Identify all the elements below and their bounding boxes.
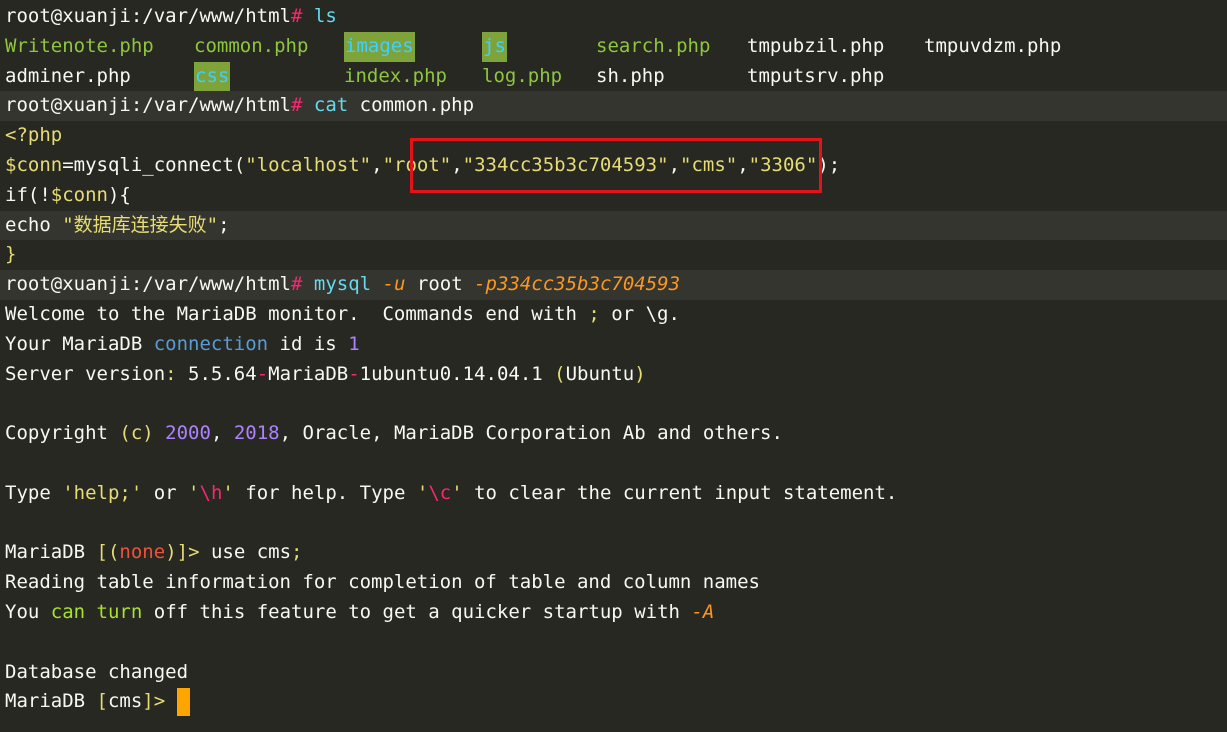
php-var-conn: $conn xyxy=(5,153,63,176)
mysql-flag-p: -p334cc35b3c704593 xyxy=(474,273,681,296)
php-open-tag: <?php xyxy=(5,124,63,147)
php-echo-line: echo "数据库连接失败"; xyxy=(0,210,1227,241)
ls-file-tmputsrv: tmputsrv.php xyxy=(747,64,885,87)
cat-command: cat xyxy=(313,94,349,117)
php-port: "3306" xyxy=(748,153,818,176)
mysql-user: root xyxy=(416,273,463,296)
help-line: Type 'help;' or '\h' for help. Type '\c'… xyxy=(5,481,898,504)
cat-arg: common.php xyxy=(359,94,475,117)
mysql-command: mysql xyxy=(313,273,372,296)
connection-id-line: Your MariaDB connection id is 1 xyxy=(5,332,360,355)
prompt-line-cat: root@xuanji:/var/www/html# cat common.ph… xyxy=(0,91,1227,122)
terminal-window[interactable]: root@xuanji:/var/www/html# ls Writenote.… xyxy=(0,0,1227,732)
prompt-user-path: root@xuanji:/var/www/html xyxy=(5,5,291,27)
ls-file-search: search.php xyxy=(596,34,711,57)
ls-command: ls xyxy=(313,5,337,27)
quicker-startup-line: You can turn off this feature to get a q… xyxy=(5,600,715,623)
ls-file-adminer: adminer.php xyxy=(5,64,131,87)
php-user: "root" xyxy=(382,153,452,176)
ls-output-row-2: adminer.php css index.php log.php sh.php… xyxy=(0,61,1227,92)
prompt-line-ls: root@xuanji:/var/www/html# ls xyxy=(0,2,1227,32)
prompt-hash: # xyxy=(290,5,303,27)
ls-dir-images: images xyxy=(344,31,415,62)
ls-output-row-1: Writenote.php common.php images js searc… xyxy=(0,31,1227,62)
php-password: "334cc35b3c704593" xyxy=(462,153,669,176)
ls-file-index: index.php xyxy=(344,64,447,87)
php-if-line: if(!$conn){ xyxy=(5,183,131,206)
ls-file-sh: sh.php xyxy=(596,64,665,87)
server-version-line: Server version: 5.5.64-MariaDB-1ubuntu0.… xyxy=(5,362,646,385)
php-func: mysqli_connect xyxy=(73,153,234,176)
ls-file-writenote: Writenote.php xyxy=(5,34,154,57)
php-host: "localhost" xyxy=(245,153,372,176)
copyright-line: Copyright (c) 2000, 2018, Oracle, MariaD… xyxy=(5,422,783,445)
php-close-brace: } xyxy=(5,243,17,266)
ls-file-log: log.php xyxy=(482,64,563,87)
ls-dir-js: js xyxy=(482,31,507,62)
ls-file-common: common.php xyxy=(194,34,309,57)
reading-line: Reading table information for completion… xyxy=(5,571,760,594)
ls-file-tmpuvdzm: tmpuvdzm.php xyxy=(924,34,1062,57)
prompt-line-mysql: root@xuanji:/var/www/html# mysql -u root… xyxy=(0,270,1227,300)
ls-dir-css: css xyxy=(194,61,231,92)
text-cursor[interactable] xyxy=(176,687,190,716)
php-error-message: "数据库连接失败" xyxy=(62,213,219,236)
php-connect-line: $conn=mysqli_connect("localhost","root",… xyxy=(5,153,841,176)
final-prompt-line[interactable]: MariaDB [cms]> xyxy=(0,687,1227,717)
mysql-flag-u: -u xyxy=(382,273,406,296)
database-changed-line: Database changed xyxy=(5,660,189,683)
use-cms-line: MariaDB [(none)]> use cms; xyxy=(5,541,303,564)
ls-file-tmpubzil: tmpubzil.php xyxy=(747,34,885,57)
php-db: "cms" xyxy=(680,153,738,176)
welcome-line: Welcome to the MariaDB monitor. Commands… xyxy=(5,302,680,325)
